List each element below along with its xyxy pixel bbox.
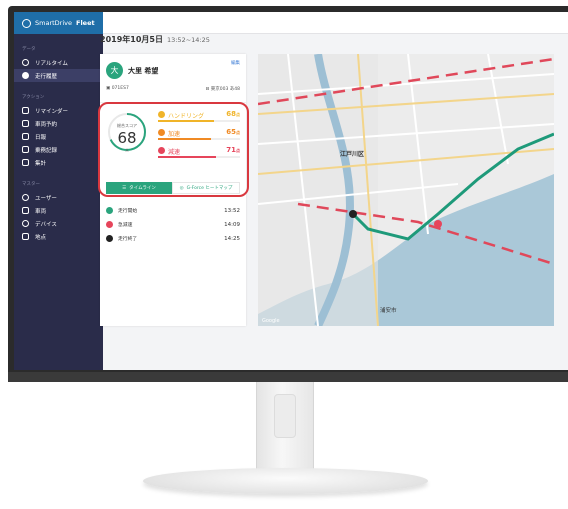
realtime-icon <box>22 59 29 66</box>
sidebar-item-vehicles[interactable]: 車両 <box>14 204 103 217</box>
route-end-marker <box>349 210 357 218</box>
grid-icon <box>22 159 29 166</box>
sidebar-item-users[interactable]: ユーザー <box>14 191 103 204</box>
end-icon <box>106 235 113 242</box>
driver-header: 大 大里 希望 <box>106 62 158 79</box>
sidebar-section-master: マスター <box>22 182 40 187</box>
map-icon <box>22 233 29 240</box>
sidebar: SmartDrive Fleet データ リアルタイム 走行履歴 アクション リ… <box>14 12 103 370</box>
user-icon <box>22 194 29 201</box>
brand-logo[interactable]: SmartDrive Fleet <box>14 12 103 34</box>
trip-date-text: 2019年10月5日 <box>100 35 163 44</box>
sidebar-item-duty-record[interactable]: 乗務記録 <box>14 143 103 156</box>
sidebar-item-history[interactable]: 走行履歴 <box>14 69 103 82</box>
timeline-item-hard-brake[interactable]: 急減速 14:09 <box>106 221 240 228</box>
sidebar-item-label: 集計 <box>35 160 47 167</box>
map-attribution: Google <box>262 318 280 324</box>
monitor-stand-cable-hole <box>274 394 296 438</box>
sidebar-item-label: リアルタイム <box>35 60 68 67</box>
timeline-time: 13:52 <box>224 207 240 214</box>
start-icon <box>106 207 113 214</box>
trip-date: 2019年10月5日 13:52~14:25 <box>100 34 210 45</box>
sidebar-item-reminder[interactable]: リマインダー <box>14 104 103 117</box>
timeline-time: 14:09 <box>224 221 240 228</box>
vehicle-text: 東京003 あ48 <box>210 87 240 92</box>
timeline-label: 急減速 <box>118 223 133 228</box>
timeline-time: 14:25 <box>224 235 240 242</box>
sidebar-item-realtime[interactable]: リアルタイム <box>14 56 103 69</box>
timeline-label: 走行終了 <box>118 237 138 242</box>
sidebar-section-action: アクション <box>22 95 45 100</box>
sidebar-item-label: 車両予約 <box>35 121 58 128</box>
sidebar-item-reservation[interactable]: 車両予約 <box>14 117 103 130</box>
map-city-label: 浦安市 <box>380 308 397 314</box>
monitor-chin <box>8 372 568 382</box>
device-icon <box>22 220 29 227</box>
sidebar-section-data: データ <box>22 47 36 52</box>
monitor-mockup: SmartDrive Fleet データ リアルタイム 走行履歴 アクション リ… <box>0 0 568 509</box>
document-icon <box>22 133 29 140</box>
timeline-item-end[interactable]: 走行終了 14:25 <box>106 235 240 242</box>
avatar: 大 <box>106 62 123 79</box>
sidebar-item-label: 地点 <box>35 234 47 241</box>
monitor-stand-base <box>143 468 428 494</box>
vehicle-info: ⊟ 東京003 あ48 <box>206 86 240 92</box>
map-canvas <box>258 54 554 326</box>
device-id-text: 071ES7 <box>111 86 129 91</box>
history-icon <box>22 72 29 79</box>
route-map[interactable]: 江戸川区 浦安市 Google <box>258 54 554 326</box>
score-highlight-callout <box>98 102 249 197</box>
logo-icon <box>22 18 31 28</box>
sidebar-item-places[interactable]: 地点 <box>14 230 103 243</box>
top-bar <box>103 12 568 34</box>
sidebar-item-label: 日報 <box>35 134 47 141</box>
driver-name: 大里 希望 <box>128 66 159 75</box>
trip-time: 13:52~14:25 <box>166 36 210 44</box>
sidebar-item-label: 乗務記録 <box>35 147 58 154</box>
sidebar-item-label: 車両 <box>35 208 47 215</box>
sidebar-item-label: リマインダー <box>35 108 69 115</box>
clipboard-icon <box>22 146 29 153</box>
sidebar-item-label: 走行履歴 <box>35 73 58 80</box>
map-place-label: 江戸川区 <box>340 151 365 158</box>
sidebar-item-summary[interactable]: 集計 <box>14 156 103 169</box>
car-icon <box>22 207 29 214</box>
device-id: ▣ 071ES7 <box>106 86 129 92</box>
list-icon <box>22 107 29 114</box>
sidebar-item-devices[interactable]: デバイス <box>14 217 103 230</box>
sidebar-item-label: ユーザー <box>35 195 57 202</box>
hard-brake-marker <box>434 220 442 228</box>
timeline-label: 走行開始 <box>118 209 138 214</box>
brand-name: SmartDrive <box>35 19 72 27</box>
sidebar-item-daily-report[interactable]: 日報 <box>14 130 103 143</box>
brand-name-bold: Fleet <box>76 19 95 27</box>
sidebar-item-label: デバイス <box>35 221 57 228</box>
edit-link[interactable]: 編集 <box>231 60 240 66</box>
calendar-icon <box>22 120 29 127</box>
driver-meta: ▣ 071ES7 ⊟ 東京003 あ48 <box>106 86 240 92</box>
timeline-item-start[interactable]: 走行開始 13:52 <box>106 207 240 214</box>
hard-brake-icon <box>106 221 113 228</box>
